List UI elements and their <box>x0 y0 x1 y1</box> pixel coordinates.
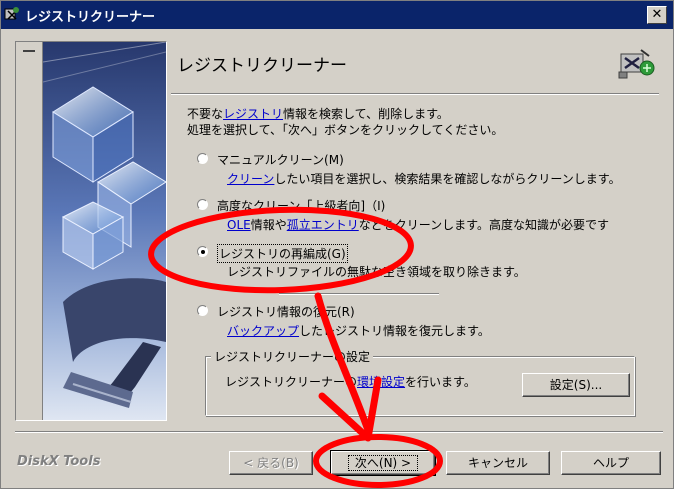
dialog-window: レジストリクリーナー ✕ レジストリクリーナー 不要なレジストリ情報を検索して、… <box>0 0 674 489</box>
side-strip <box>16 42 43 420</box>
registry-link[interactable]: レジストリ <box>223 107 283 121</box>
banner-image <box>43 42 166 420</box>
header-separator <box>171 93 659 95</box>
settings-group-label: レジストリクリーナーの設定 <box>211 348 374 365</box>
option-separator <box>279 293 439 295</box>
settings-group-text: レジストリクリーナーの環境設定を行います。 <box>225 373 476 390</box>
radio-selected-dot <box>201 250 205 254</box>
radio-advanced-clean[interactable] <box>197 199 208 210</box>
window-title: レジストリクリーナー <box>25 10 156 25</box>
cancel-button[interactable]: キャンセル <box>446 451 550 475</box>
clean-link[interactable]: クリーン <box>227 172 274 186</box>
next-button-label: 次へ(N) > <box>347 455 419 471</box>
option-advanced-desc-text: などをクリーンします。高度な知識が必要です <box>358 218 609 232</box>
option-manual-clean-label[interactable]: マニュアルクリーン(M) <box>217 151 344 168</box>
settings-text-prefix: レジストリクリーナーの <box>225 375 358 389</box>
close-button[interactable]: ✕ <box>647 6 667 24</box>
side-panel <box>15 41 167 421</box>
registry-tool-icon <box>618 49 655 79</box>
option-restore-label[interactable]: レジストリ情報の復元(R) <box>217 303 355 320</box>
intro-text: 不要なレジストリ情報を検索して、削除します。 処理を選択して、「次へ」ボタンをク… <box>187 106 503 138</box>
app-icon <box>4 7 19 20</box>
option-restore-desc-text: したレジストリ情報を復元します。 <box>299 324 490 338</box>
brand-label: DiskX Tools <box>17 454 101 469</box>
intro-line2: 処理を選択して、「次へ」ボタンをクリックしてください。 <box>187 123 504 137</box>
backup-link[interactable]: バックアップ <box>227 324 299 338</box>
radio-reorganize[interactable] <box>197 246 208 257</box>
environment-settings-link[interactable]: 環境設定 <box>357 375 405 389</box>
option-restore-desc: バックアップしたレジストリ情報を復元します。 <box>227 322 490 339</box>
footer-separator <box>15 431 663 433</box>
intro-prefix: 不要な <box>187 107 224 121</box>
next-button[interactable]: 次へ(N) > <box>330 450 436 476</box>
settings-button[interactable]: 設定(S)... <box>522 373 630 397</box>
option-manual-clean-desc: クリーンしたい項目を選択し、検索結果を確認しながらクリーンします。 <box>227 170 621 187</box>
help-button[interactable]: ヘルプ <box>561 451 661 475</box>
orphan-entry-link[interactable]: 孤立エントリ <box>287 218 359 232</box>
close-icon: ✕ <box>651 7 663 22</box>
title-bar[interactable]: レジストリクリーナー ✕ <box>1 1 673 29</box>
option-advanced-clean-desc: OLE情報や孤立エントリなどをクリーンします。高度な知識が必要です <box>227 216 609 233</box>
page-title: レジストリクリーナー <box>177 56 347 76</box>
option-reorganize-desc: レジストリファイルの無駄な空き領域を取り除きます。 <box>227 265 526 279</box>
option-reorganize-label[interactable]: レジストリの再編成(G) <box>217 244 348 263</box>
back-button[interactable]: < 戻る(B) <box>229 451 313 475</box>
radio-restore[interactable] <box>197 305 208 316</box>
option-advanced-desc-mid: 情報や <box>250 218 287 232</box>
option-advanced-clean-label[interactable]: 高度なクリーン「上級者向]（I) <box>217 197 385 214</box>
radio-manual-clean[interactable] <box>197 153 208 164</box>
collapse-icon[interactable] <box>23 50 35 52</box>
settings-text-suffix: を行います。 <box>405 375 476 389</box>
intro-suffix: 情報を検索して、削除します。 <box>283 107 449 121</box>
ole-link[interactable]: OLE <box>227 218 251 232</box>
option-manual-clean-desc-text: したい項目を選択し、検索結果を確認しながらクリーンします。 <box>274 172 621 186</box>
